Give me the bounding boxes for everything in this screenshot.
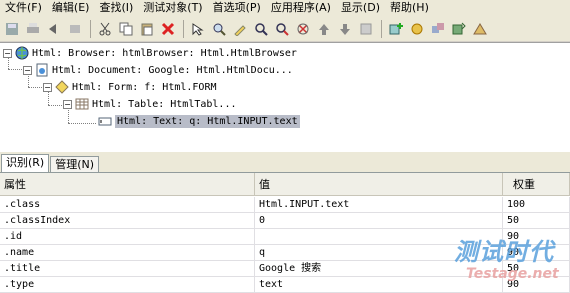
tab-identify[interactable]: 识别(R) <box>1 154 50 172</box>
paste-icon[interactable] <box>137 19 157 39</box>
synchronize-icon[interactable] <box>449 19 469 39</box>
collapse-icon[interactable]: − <box>43 82 52 92</box>
weight-cell[interactable]: 100 <box>503 197 570 213</box>
tree-node-table[interactable]: − Html: Table: HtmlTabl... <box>63 96 237 112</box>
search-next-icon[interactable] <box>272 19 292 39</box>
menu-test-object[interactable]: 测试对象(T) <box>138 0 207 15</box>
table-row[interactable]: .class Html.INPUT.text 100 <box>0 197 570 213</box>
update-icon[interactable] <box>407 19 427 39</box>
table-icon <box>75 97 89 111</box>
map-icon[interactable] <box>470 19 490 39</box>
tree-connector <box>48 105 62 106</box>
tree-node-label: Html: Table: HtmlTabl... <box>92 98 237 110</box>
collapse-icon[interactable]: − <box>63 99 72 109</box>
find-object-icon[interactable] <box>209 19 229 39</box>
document-icon <box>35 63 49 77</box>
property-cell: .classIndex <box>0 213 255 229</box>
property-cell: .name <box>0 245 255 261</box>
remove-property-icon[interactable] <box>293 19 313 39</box>
textbox-icon <box>98 114 112 128</box>
column-header-weight[interactable]: 权重 <box>503 173 570 196</box>
toolbar-separator <box>381 19 382 38</box>
add-object-icon[interactable] <box>386 19 406 39</box>
tree-node-document[interactable]: − Html: Document: Google: Html.HtmlDocu.… <box>23 62 293 78</box>
tree-node-label: Html: Text: q: Html.INPUT.text <box>115 114 300 128</box>
options-icon[interactable] <box>356 19 376 39</box>
search-icon[interactable] <box>251 19 271 39</box>
record-icon[interactable] <box>65 19 85 39</box>
watermark: 测试时代 Testage.net <box>454 232 570 290</box>
menu-help[interactable]: 帮助(H) <box>385 0 434 15</box>
back-icon[interactable] <box>44 19 64 39</box>
copy-icon[interactable] <box>116 19 136 39</box>
tree-node-form[interactable]: − Html: Form: f: Html.FORM <box>43 79 217 95</box>
property-cell: .title <box>0 261 255 277</box>
watermark-title: 测试时代 <box>454 238 554 266</box>
column-header-value[interactable]: 值 <box>255 173 503 196</box>
tree-connector <box>68 123 96 124</box>
menu-file[interactable]: 文件(F) <box>0 0 47 15</box>
weight-cell[interactable]: 50 <box>503 213 570 229</box>
delete-icon[interactable] <box>158 19 178 39</box>
collapse-icon[interactable]: − <box>23 65 32 75</box>
merge-icon[interactable] <box>428 19 448 39</box>
property-cell: .type <box>0 277 255 293</box>
menu-find[interactable]: 查找(I) <box>94 0 138 15</box>
watermark-url: Testage.net <box>466 266 559 282</box>
print-icon[interactable] <box>23 19 43 39</box>
tab-strip: 识别(R) 管理(N) <box>0 154 570 172</box>
value-cell[interactable]: Html.INPUT.text <box>255 197 503 213</box>
toolbar <box>0 16 570 42</box>
collapse-icon[interactable]: − <box>3 48 12 58</box>
table-row[interactable]: .classIndex 0 50 <box>0 213 570 229</box>
menu-view[interactable]: 显示(D) <box>336 0 385 15</box>
tree-node-browser[interactable]: − Html: Browser: htmlBrowser: Html.HtmlB… <box>3 45 297 61</box>
form-icon <box>55 80 69 94</box>
tree-node-text[interactable]: Html: Text: q: Html.INPUT.text <box>98 113 300 129</box>
move-up-icon[interactable] <box>314 19 334 39</box>
object-spy-icon[interactable] <box>188 19 208 39</box>
grid-header: 属性 值 权重 <box>0 173 570 196</box>
highlight-icon[interactable] <box>230 19 250 39</box>
menu-preferences[interactable]: 首选项(P) <box>208 0 266 15</box>
tree-node-label: Html: Document: Google: Html.HtmlDocu... <box>52 64 293 76</box>
tree-connector <box>8 69 22 70</box>
move-down-icon[interactable] <box>335 19 355 39</box>
menu-edit[interactable]: 编辑(E) <box>47 0 95 15</box>
save-icon[interactable] <box>2 19 22 39</box>
menu-application[interactable]: 应用程序(A) <box>266 0 336 15</box>
tree-node-label: Html: Form: f: Html.FORM <box>72 81 217 93</box>
tree-connector <box>28 87 42 88</box>
tree-node-label: Html: Browser: htmlBrowser: Html.HtmlBro… <box>32 47 297 59</box>
object-tree: − Html: Browser: htmlBrowser: Html.HtmlB… <box>0 42 570 152</box>
value-cell[interactable]: 0 <box>255 213 503 229</box>
tab-manage[interactable]: 管理(N) <box>50 156 100 172</box>
property-cell: .class <box>0 197 255 213</box>
menu-bar: 文件(F) 编辑(E) 查找(I) 测试对象(T) 首选项(P) 应用程序(A)… <box>0 0 570 15</box>
column-header-property[interactable]: 属性 <box>0 173 255 196</box>
cut-icon[interactable] <box>95 19 115 39</box>
globe-icon <box>15 46 29 60</box>
property-cell: .id <box>0 229 255 245</box>
toolbar-separator <box>183 19 184 38</box>
toolbar-separator <box>90 19 91 38</box>
